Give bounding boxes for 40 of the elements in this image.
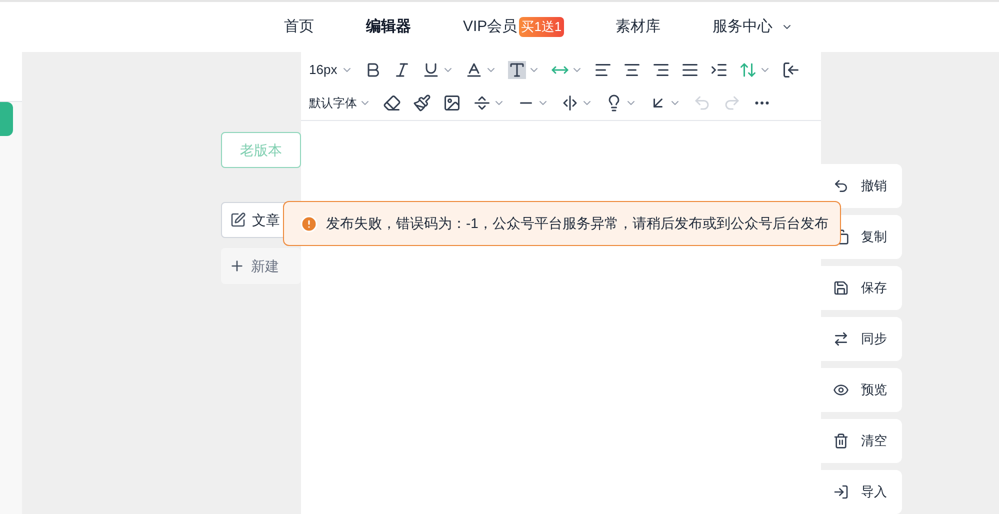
line-height-icon[interactable] (739, 61, 758, 79)
align-right-icon[interactable] (652, 61, 670, 79)
margin-icon[interactable] (561, 94, 579, 112)
eraser-icon[interactable] (383, 94, 401, 112)
plus-icon (229, 258, 245, 274)
align-center-icon[interactable] (623, 61, 642, 79)
font-size-select[interactable]: 16px (309, 60, 338, 80)
nav-link[interactable]: 编辑器 (366, 16, 411, 38)
align-left-icon[interactable] (594, 61, 612, 79)
action-button[interactable]: 同步 (821, 317, 902, 361)
undo-icon (833, 178, 849, 194)
paragraph-spacing-icon[interactable] (473, 94, 491, 112)
action-button[interactable]: 导入 (821, 470, 902, 514)
article-title: 文章 (252, 210, 280, 230)
action-button[interactable]: 撤销 (821, 164, 902, 208)
font-color-icon[interactable] (465, 61, 484, 79)
action-button[interactable]: 清空 (821, 419, 902, 463)
trash-icon (833, 433, 849, 449)
nav-link[interactable]: 素材库 (616, 16, 661, 38)
indent-icon[interactable] (710, 61, 728, 79)
highlight-icon[interactable] (508, 61, 526, 79)
promo-badge: 买1送1 (519, 17, 564, 37)
nav-link[interactable]: 服务中心 (712, 16, 773, 38)
swap-arrows-icon (833, 331, 849, 347)
paintbrush-icon[interactable] (413, 94, 431, 112)
action-button[interactable]: 保存 (821, 266, 902, 310)
image-icon[interactable] (443, 94, 461, 112)
warning-icon (300, 214, 318, 232)
edit-icon (230, 212, 246, 228)
import-icon (833, 484, 849, 500)
save-icon (833, 280, 849, 296)
align-justify-icon[interactable] (681, 61, 700, 79)
action-button[interactable]: 预览 (821, 368, 902, 412)
font-family-select[interactable]: 默认字体 (309, 94, 357, 112)
new-article-button[interactable]: 新建 (221, 248, 301, 284)
eye-icon (833, 382, 849, 398)
nav-link[interactable]: VIP会员 (463, 16, 518, 38)
underline-icon[interactable] (422, 61, 440, 79)
nav-link[interactable]: 首页 (284, 16, 314, 38)
exit-icon[interactable] (782, 61, 800, 79)
